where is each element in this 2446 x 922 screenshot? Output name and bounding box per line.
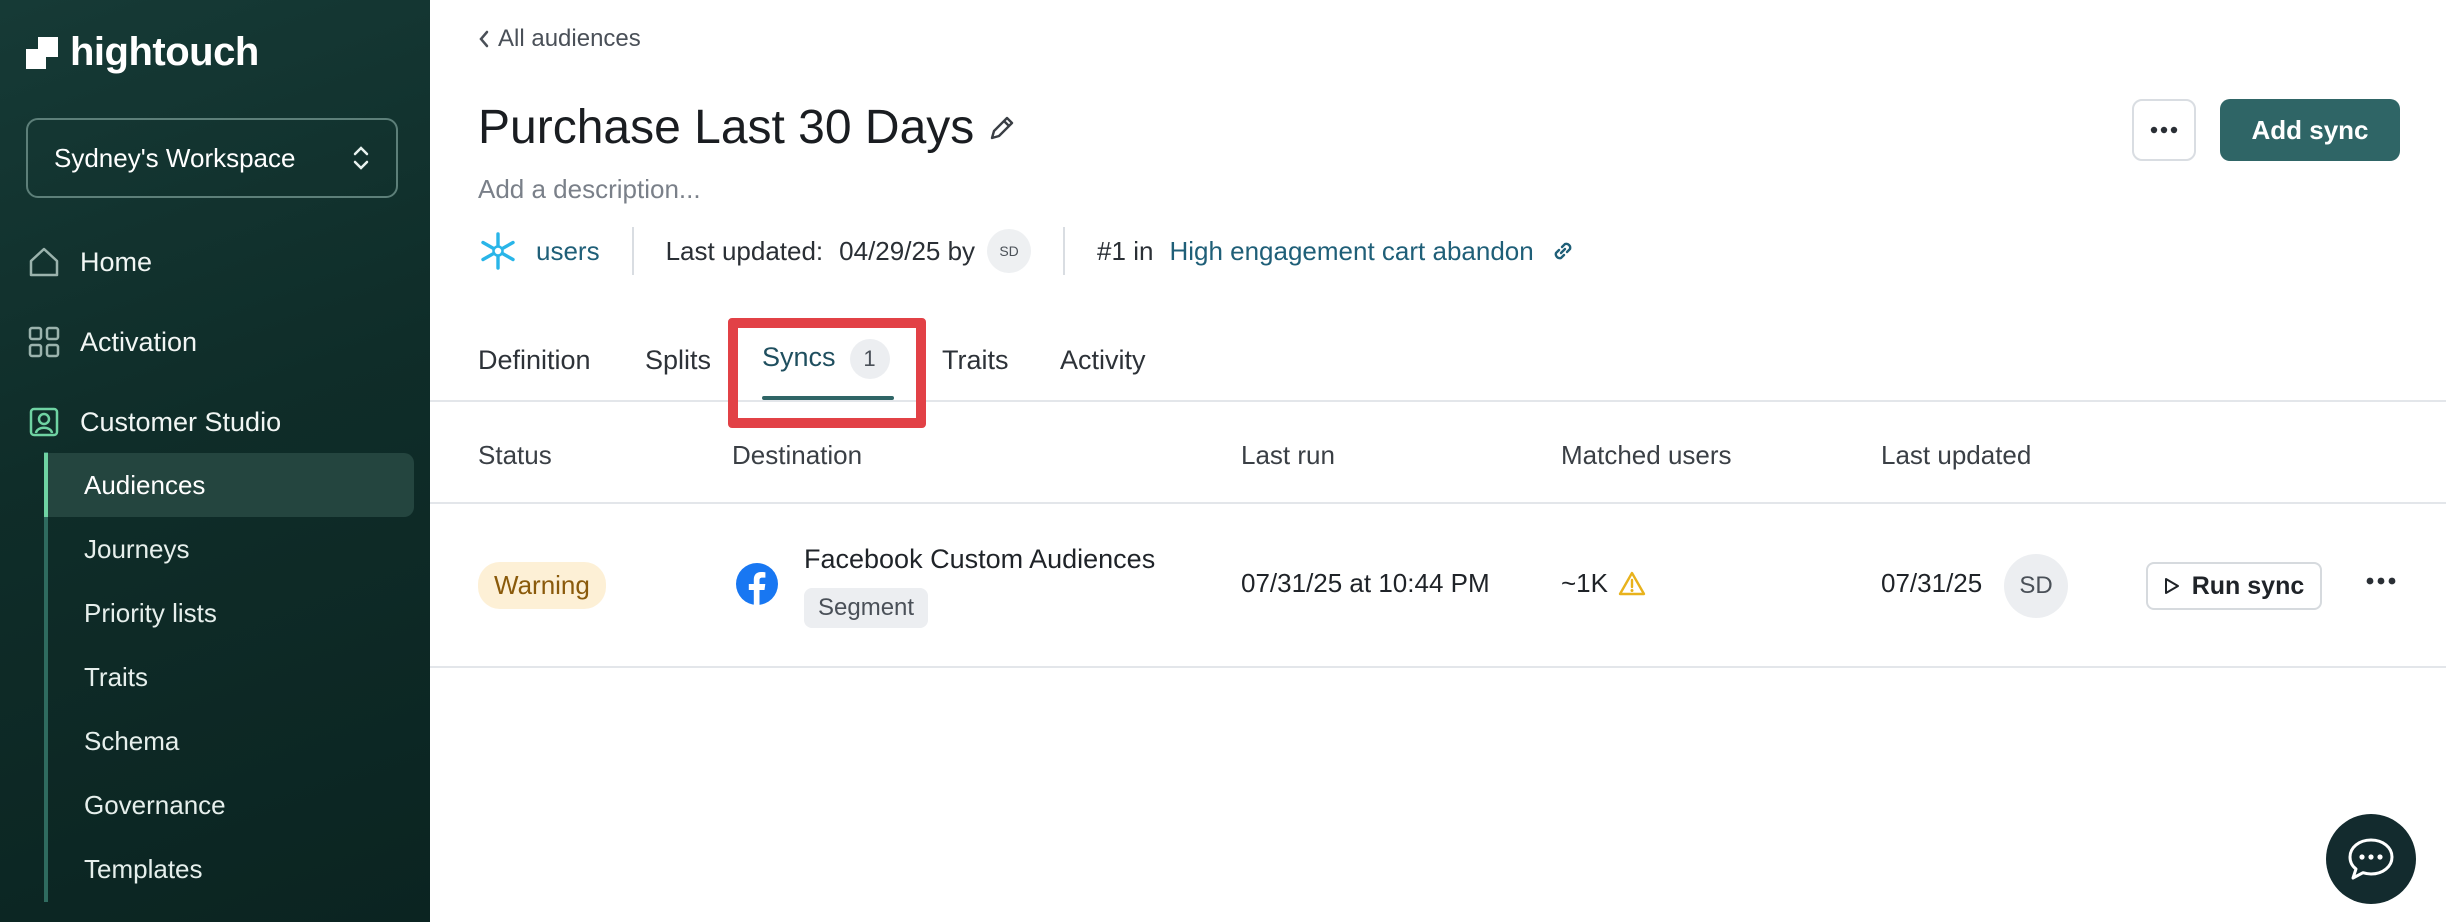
workspace-selector[interactable]: Sydney's Workspace (26, 118, 398, 198)
subnav-item-journeys[interactable]: Journeys (84, 534, 190, 565)
sidebar: hightouch Sydney's Workspace Home Activa… (0, 0, 430, 922)
ellipsis-icon (2150, 126, 2178, 134)
row-more-options-icon[interactable] (2366, 572, 2396, 590)
tab-splits[interactable]: Splits (645, 345, 711, 376)
chevron-up-down-icon (353, 146, 369, 170)
updated-by-avatar: SD (987, 229, 1032, 273)
last-updated-label: Last updated: (665, 235, 824, 266)
meta-divider (631, 227, 634, 275)
brand-name: hightouch (70, 30, 259, 74)
chevron-left-icon (479, 30, 489, 48)
nav-label: Customer Studio (80, 406, 282, 437)
subnav-item-templates[interactable]: Templates (84, 854, 203, 885)
workspace-name: Sydney's Workspace (54, 142, 296, 173)
matched-users-cell: ~1K (1561, 568, 1646, 599)
subnav-item-schema[interactable]: Schema (84, 726, 179, 757)
column-header-last-updated[interactable]: Last updated (1881, 440, 2031, 471)
play-icon (2164, 578, 2179, 594)
last-updated-value: 07/31/25 (1881, 568, 1983, 598)
subnav-item-priority-lists[interactable]: Priority lists (84, 598, 217, 629)
subnav-item-audiences[interactable]: Audiences (84, 470, 205, 501)
add-sync-button[interactable]: Add sync (2220, 99, 2400, 161)
last-run-value: 07/31/25 at 10:44 PM (1241, 568, 1490, 598)
hightouch-logo-icon (26, 36, 58, 69)
run-sync-label: Run sync (2191, 571, 2305, 600)
column-header-matched-users[interactable]: Matched users (1561, 440, 1732, 471)
more-options-button[interactable] (2132, 99, 2196, 161)
run-sync-button[interactable]: Run sync (2146, 562, 2322, 610)
back-to-audiences-link[interactable]: All audiences (478, 25, 641, 53)
description-placeholder[interactable]: Add a description... (478, 174, 701, 205)
activation-icon (26, 324, 62, 360)
subnav-item-traits[interactable]: Traits (84, 662, 148, 693)
tab-definition[interactable]: Definition (478, 345, 591, 376)
nav-item-customer-studio[interactable]: Customer Studio (26, 404, 281, 440)
snowflake-icon (478, 231, 518, 271)
status-badge: Warning (478, 562, 606, 609)
destination-name[interactable]: Facebook Custom Audiences (804, 544, 1155, 575)
column-header-last-run[interactable]: Last run (1241, 440, 1335, 471)
edit-pencil-icon[interactable] (986, 112, 1018, 149)
home-icon (26, 244, 62, 280)
nav-label: Activation (80, 326, 198, 357)
external-link-icon[interactable] (1550, 238, 1576, 264)
source-link[interactable]: users (536, 236, 600, 267)
last-updated-value: 04/29/25 by (839, 235, 976, 266)
destination-tag: Segment (804, 588, 929, 628)
tab-traits[interactable]: Traits (942, 345, 1009, 376)
tab-activity[interactable]: Activity (1060, 345, 1146, 376)
subnav-active-indicator (44, 453, 48, 517)
column-header-status[interactable]: Status (478, 440, 552, 471)
facebook-icon (735, 562, 779, 611)
rank-label: #1 in (1097, 235, 1154, 266)
nav-label: Home (80, 246, 153, 277)
matched-users-value: ~1K (1561, 568, 1608, 598)
subnav-item-governance[interactable]: Governance (84, 790, 226, 821)
chat-bubble-icon (2348, 838, 2394, 880)
column-header-destination[interactable]: Destination (732, 440, 862, 471)
priority-list-link[interactable]: High engagement cart abandon (1169, 236, 1533, 267)
audience-meta: users Last updated: 04/29/25 by SD #1 in… (478, 227, 1576, 275)
nav-item-activation[interactable]: Activation (26, 324, 197, 360)
owner-avatar: SD (2004, 554, 2068, 618)
nav-item-home[interactable]: Home (26, 244, 152, 280)
back-label: All audiences (498, 25, 641, 52)
meta-divider (1063, 227, 1066, 275)
brand-logo[interactable]: hightouch (26, 30, 259, 75)
warning-triangle-icon[interactable] (1618, 571, 1646, 597)
customer-studio-icon (26, 404, 62, 440)
subnav-rail (44, 452, 48, 902)
table-row[interactable]: Warning Facebook Custom Audiences Segmen… (430, 504, 2446, 668)
page-title: Purchase Last 30 Days (478, 101, 975, 154)
chat-support-button[interactable] (2326, 814, 2416, 904)
table-header: Status Destination Last run Matched user… (430, 402, 2446, 504)
